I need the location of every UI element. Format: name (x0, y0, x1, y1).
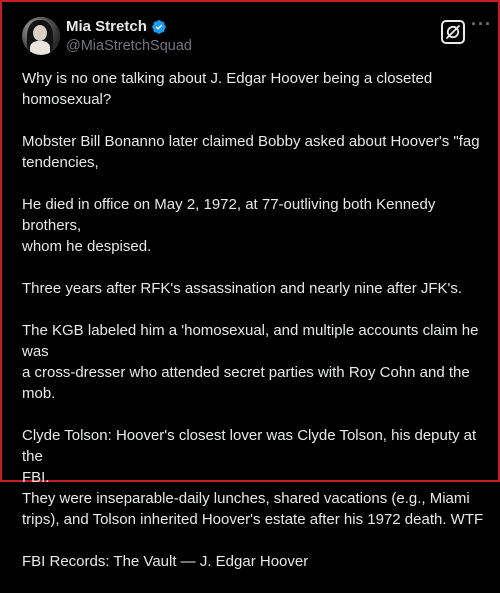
tweet-line: Why is no one talking about J. Edgar Hoo… (22, 70, 433, 87)
tweet-line: They were inseparable-daily lunches, sha… (22, 490, 470, 507)
tweet-paragraph: Clyde Tolson: Hoover's closest lover was… (22, 425, 484, 530)
more-options-icon[interactable]: ··· (471, 15, 492, 33)
tweet-line: trips), and Tolson inherited Hoover's es… (22, 511, 484, 528)
tweet-line: homosexual? (22, 91, 112, 108)
tweet-line: He died in office on May 2, 1972, at 77-… (22, 196, 436, 234)
verified-badge-icon (152, 19, 166, 34)
grok-icon[interactable] (441, 20, 465, 44)
tweet-line: whom he despised. (22, 238, 152, 255)
tweet-line[interactable]: FBI Records: The Vault — J. Edgar Hoover (22, 551, 484, 572)
tweet-line: a cross-dresser who attended secret part… (22, 364, 470, 381)
author-display-name[interactable]: Mia Stretch (66, 17, 147, 36)
tweet-line: Mobster Bill Bonanno later claimed Bobby… (22, 133, 480, 150)
tweet-paragraph: Three years after RFK's assassination an… (22, 278, 484, 299)
avatar[interactable] (22, 17, 60, 55)
author-names: Mia Stretch @MiaStretchSquad (66, 17, 192, 56)
tweet-paragraph: FBI Records: The Vault — J. Edgar Hoover (22, 551, 484, 572)
tweet: Mia Stretch @MiaStretchSquad ··· Why is … (22, 14, 491, 593)
tweet-paragraph: Mobster Bill Bonanno later claimed Bobby… (22, 131, 484, 173)
tweet-paragraph: Why is no one talking about J. Edgar Hoo… (22, 68, 484, 110)
tweet-line: tendencies, (22, 154, 99, 171)
tweet-line: mob. (22, 385, 56, 402)
tweet-line: Three years after RFK's assassination an… (22, 280, 463, 297)
tweet-line: The KGB labeled him a 'homosexual, and m… (22, 322, 479, 360)
author-handle[interactable]: @MiaStretchSquad (66, 37, 192, 56)
screenshot-frame: Mia Stretch @MiaStretchSquad ··· Why is … (0, 0, 500, 570)
tweet-line: Clyde Tolson: Hoover's closest lover was… (22, 427, 477, 465)
tweet-line: FBI. (22, 469, 50, 486)
tweet-text: Why is no one talking about J. Edgar Hoo… (22, 68, 484, 572)
tweet-paragraph: He died in office on May 2, 1972, at 77-… (22, 194, 484, 257)
tweet-header: Mia Stretch @MiaStretchSquad ··· (22, 14, 491, 58)
tweet-paragraph: The KGB labeled him a 'homosexual, and m… (22, 320, 484, 404)
